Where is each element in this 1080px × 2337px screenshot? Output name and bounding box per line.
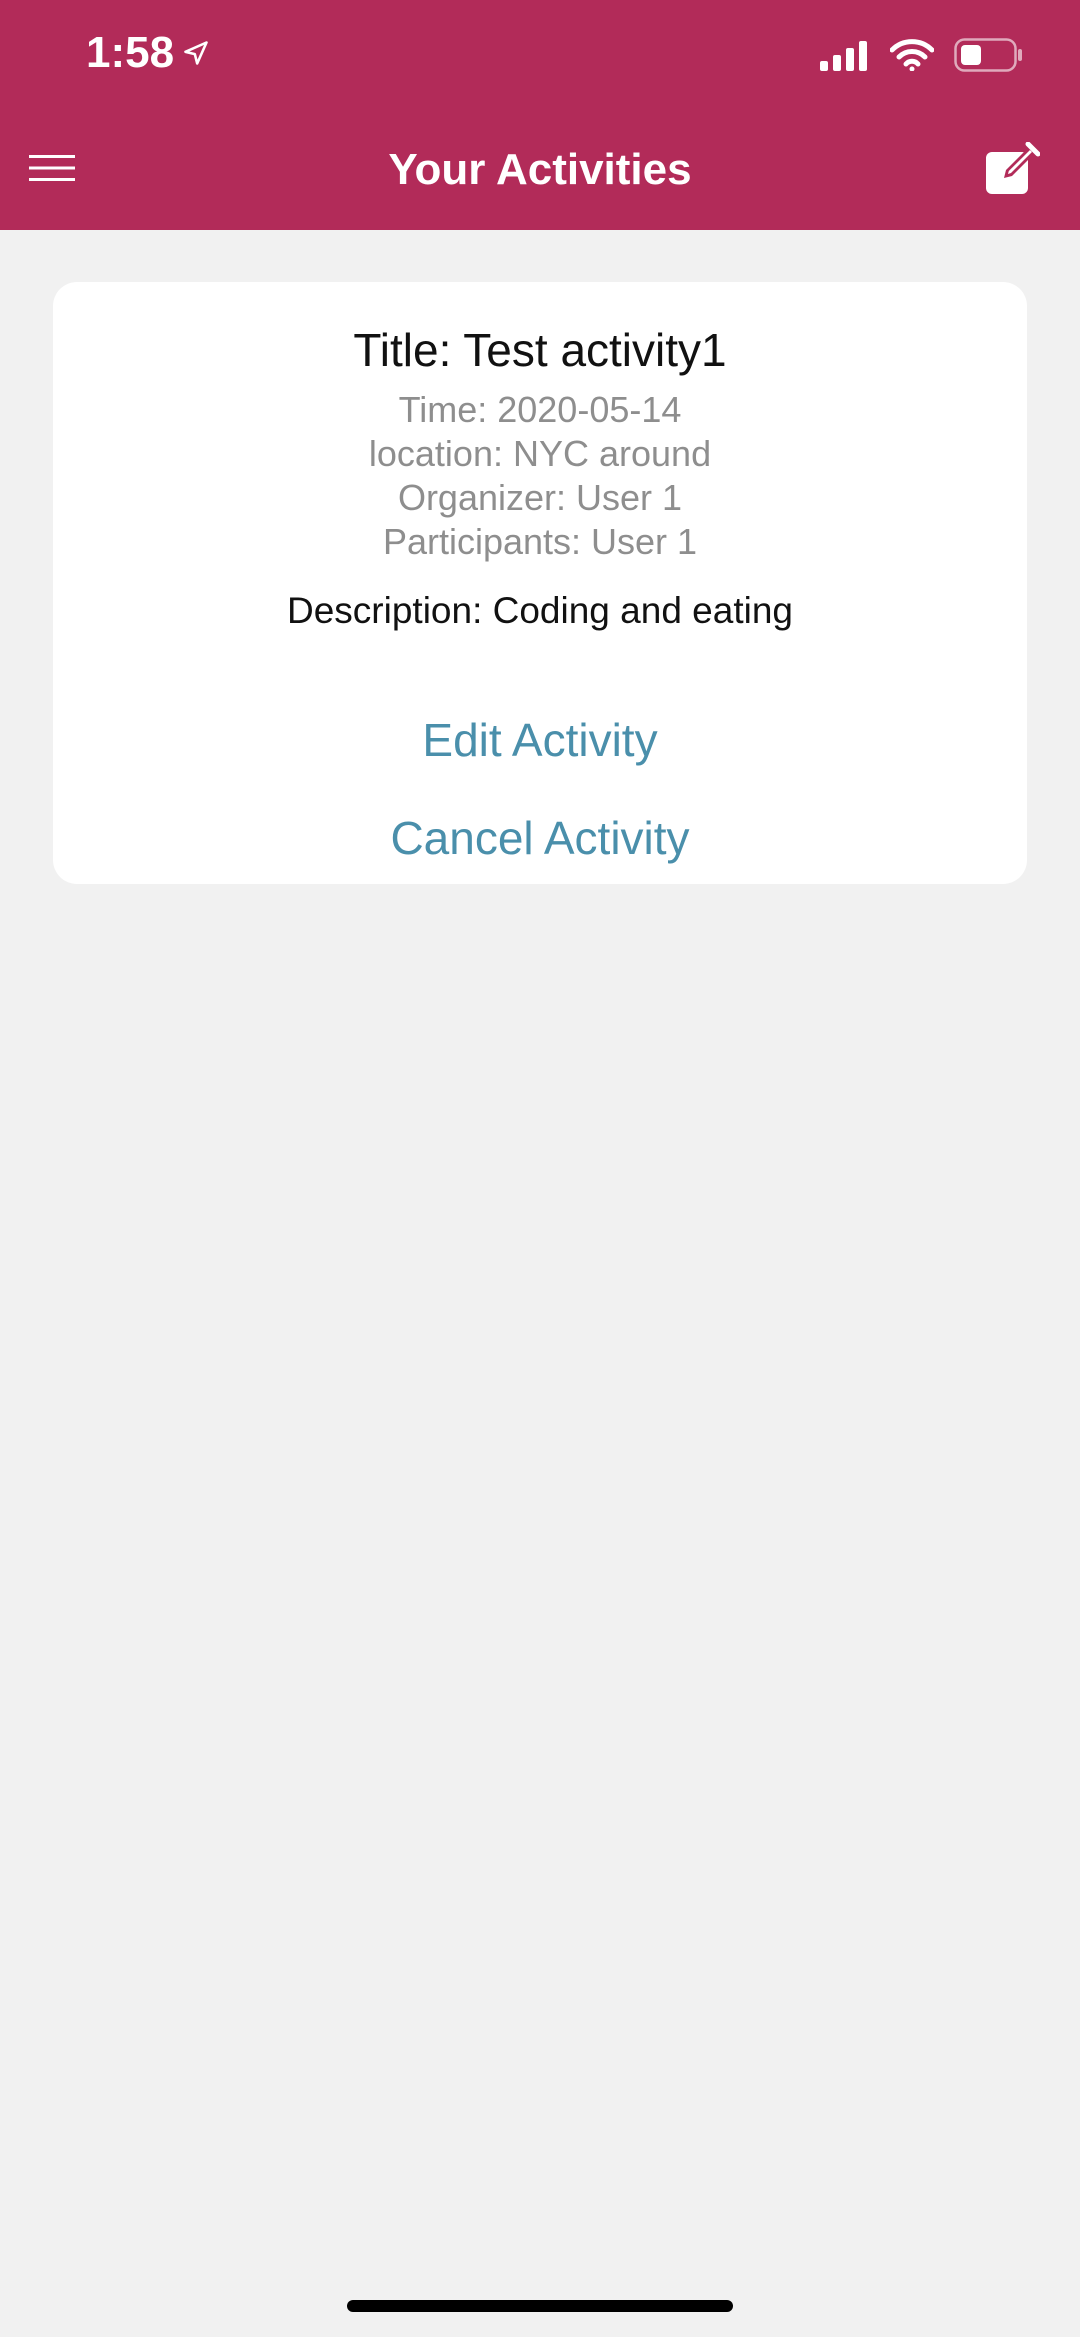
app-header: 1:58 Your Activities xyxy=(0,0,1080,230)
status-bar-time: 1:58 xyxy=(86,28,210,78)
activity-participants: Participants: User 1 xyxy=(382,521,698,562)
compose-button[interactable] xyxy=(980,140,1044,204)
activity-location: location: NYC around xyxy=(368,433,712,474)
status-bar-icons xyxy=(820,38,1024,77)
status-time-text: 1:58 xyxy=(86,28,175,77)
battery-icon xyxy=(954,38,1024,77)
location-arrow-icon xyxy=(182,28,210,78)
cancel-activity-button[interactable]: Cancel Activity xyxy=(53,808,1027,868)
activity-organizer: Organizer: User 1 xyxy=(397,477,683,518)
signal-icon xyxy=(820,39,870,76)
home-indicator[interactable] xyxy=(347,2300,733,2312)
activity-time: Time: 2020-05-14 xyxy=(398,389,682,430)
activity-title: Title: Test activity1 xyxy=(353,324,727,376)
activity-description: Description: Coding and eating xyxy=(287,590,793,631)
edit-activity-button[interactable]: Edit Activity xyxy=(53,710,1027,770)
wifi-icon xyxy=(889,39,935,76)
activity-card: Title: Test activity1 Time: 2020-05-14 l… xyxy=(53,282,1027,884)
page-title: Your Activities xyxy=(388,145,692,194)
compose-edit-icon xyxy=(984,141,1041,203)
